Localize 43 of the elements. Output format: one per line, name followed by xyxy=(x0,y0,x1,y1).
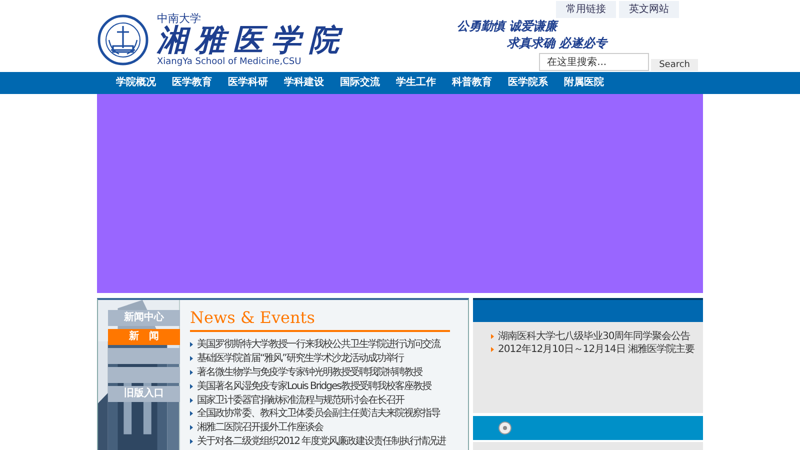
search-field[interactable]: 在这里搜索... xyxy=(539,53,650,71)
bullet-icon xyxy=(190,425,193,430)
notice-link[interactable]: 湖南医科大学七八级毕业30周年同学聚会公告 xyxy=(498,330,690,343)
school-name: 湘雅医学院 xyxy=(157,24,347,58)
sidebar-tab[interactable] xyxy=(108,367,180,383)
news-link[interactable]: 美国罗彻斯特大学教授一行来我校公共卫生学院进行访问交流 xyxy=(197,338,440,352)
news-link[interactable]: 著名微生物学与免疫学专家钟光明教授受聘我院特聘教授 xyxy=(197,366,422,379)
news-link[interactable]: 国家卫计委器官捐献标准流程与规范研讨会在长召开 xyxy=(197,394,404,407)
bullet-icon xyxy=(491,347,494,352)
nav-link[interactable]: 学科建设 xyxy=(284,72,340,94)
seal-logo-icon xyxy=(97,14,149,66)
nav-link[interactable]: 医学院系 xyxy=(508,72,564,94)
news-link[interactable]: 关于对各二级党组织2012 年度党风廉政建设责任制执行情况进 xyxy=(197,434,446,448)
nav-link[interactable]: 医学科研 xyxy=(228,72,284,94)
news-link[interactable]: 湘雅二医院召开援外工作座谈会 xyxy=(197,421,323,434)
bullet-icon xyxy=(190,411,193,416)
university-name: 中南大学 xyxy=(157,13,202,24)
top-link[interactable]: 常用链接 xyxy=(556,1,616,18)
motto-text: 公勇勤慎 诚爱谦廉 xyxy=(456,18,560,35)
bullet-icon xyxy=(190,356,193,362)
nav-link[interactable]: 国际交流 xyxy=(340,72,396,94)
bullet-icon xyxy=(190,370,193,375)
news-heading: News & Events xyxy=(190,308,315,327)
bullet-icon xyxy=(190,342,193,348)
bullet-icon xyxy=(190,398,193,403)
bullet-icon xyxy=(491,334,494,339)
notice-link[interactable]: 2012年12月10日～12月14日 湘雅医学院主要 xyxy=(498,343,695,356)
news-link[interactable]: 全国政协常委、教科文卫体委员会副主任黄洁夫来院视察指导 xyxy=(197,407,440,420)
bullet-icon xyxy=(190,384,193,389)
news-link[interactable]: 基础医学院首届“雅风”研究生学术沙龙活动成功举行 xyxy=(197,352,404,366)
nav-link[interactable]: 学院概况 xyxy=(116,72,172,94)
nav-link[interactable]: 附属医院 xyxy=(564,72,620,94)
search-button[interactable]: Search xyxy=(651,59,698,71)
bullet-icon xyxy=(190,438,193,444)
news-link[interactable]: 美国著名风湿免疫专家Louis Bridges教授受聘我校客座教授 xyxy=(197,380,431,393)
nav-link[interactable]: 医学教育 xyxy=(172,72,228,94)
sidebar-tab[interactable] xyxy=(108,348,180,364)
motto-text: 求真求确 必遂必专 xyxy=(506,35,607,52)
disc-icon xyxy=(498,421,512,435)
top-link[interactable]: 英文网站 xyxy=(619,1,679,18)
nav-link[interactable]: 学生工作 xyxy=(396,72,452,94)
english-name: XiangYa School of Medicine,CSU xyxy=(157,58,302,67)
nav-link[interactable]: 科普教育 xyxy=(452,72,508,94)
